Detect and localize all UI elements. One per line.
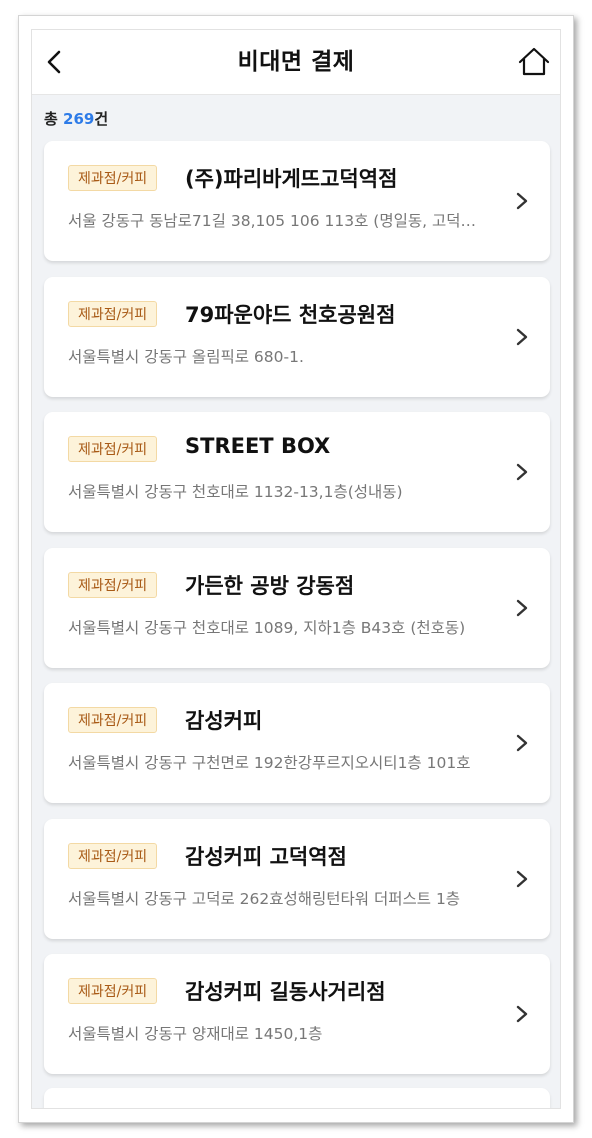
- store-card[interactable]: 제과점/커피 79파운야드 천호공원점 서울특별시 강동구 올림픽로 680-1…: [44, 276, 550, 397]
- store-address: 서울특별시 강동구 양재대로 1450,1층: [68, 1025, 323, 1043]
- store-card[interactable]: 제과점/커피 감성커피 고덕역점 서울특별시 강동구 고덕로 262효성해링턴타…: [44, 818, 550, 939]
- store-address: 서울 강동구 동남로71길 38,105 106 113호 (명일동, 고덕역.…: [68, 212, 488, 230]
- count-prefix: 총: [44, 110, 64, 128]
- store-card[interactable]: 제과점/커피 STREET BOX 서울특별시 강동구 천호대로 1132-13…: [44, 412, 550, 532]
- category-badge: 제과점/커피: [68, 165, 158, 191]
- store-card[interactable]: 제과점/커피 감성커피 길동사거리점 서울특별시 강동구 양재대로 1450,1…: [44, 954, 550, 1074]
- store-address: 서울특별시 강동구 올림픽로 680-1.: [68, 347, 304, 366]
- app-screen: 비대면 결제 총 269건 제과점/커피 (주)파리바게뜨고덕역점 서울 강동구…: [31, 29, 561, 1109]
- store-address: 서울특별시 강동구 구천면로 192한강푸르지오시티1층 101호: [68, 754, 471, 772]
- home-icon: [518, 47, 550, 76]
- category-badge: 제과점/커피: [68, 707, 158, 733]
- category-badge: 제과점/커피: [68, 571, 158, 598]
- chevron-right-icon: [516, 192, 528, 210]
- page-title: 비대면 결제: [237, 49, 355, 75]
- store-name: (주)파리바게뜨고덕역점: [185, 167, 398, 191]
- category-badge: 제과점/커피: [68, 436, 158, 462]
- count-number: 269: [63, 110, 95, 128]
- chevron-right-icon: [516, 463, 528, 481]
- top-header: 비대면 결제: [32, 30, 560, 95]
- chevron-right-icon: [516, 328, 528, 345]
- store-address: 서울특별시 강동구 천호대로 1132-13,1층(성내동): [68, 483, 403, 501]
- category-badge: 제과점/커피: [68, 300, 158, 327]
- store-name: STREET BOX: [185, 434, 331, 458]
- category-badge: 제과점/커피: [68, 978, 158, 1004]
- phone-frame: 비대면 결제 총 269건 제과점/커피 (주)파리바게뜨고덕역점 서울 강동구…: [18, 15, 574, 1123]
- store-address: 서울특별시 강동구 천호대로 1089, 지하1층 B43호 (천호동): [68, 618, 466, 637]
- store-name: 감성커피 고덕역점: [185, 844, 347, 869]
- home-button[interactable]: [512, 40, 556, 84]
- store-card[interactable]: 제과점/커피 가든한 공방 강동점 서울특별시 강동구 천호대로 1089, 지…: [44, 547, 550, 668]
- category-badge: 제과점/커피: [68, 842, 158, 869]
- store-card-partial[interactable]: [44, 1088, 550, 1108]
- chevron-right-icon: [516, 734, 528, 752]
- store-address: 서울특별시 강동구 고덕로 262효성해링턴타워 더퍼스트 1층: [68, 889, 461, 908]
- store-name: 79파운야드 천호공원점: [185, 302, 396, 327]
- chevron-right-icon: [516, 870, 528, 887]
- store-name: 감성커피 길동사거리점: [185, 980, 386, 1004]
- count-suffix: 건: [94, 110, 109, 128]
- store-card[interactable]: 제과점/커피 (주)파리바게뜨고덕역점 서울 강동구 동남로71길 38,105…: [44, 141, 550, 261]
- store-name: 감성커피: [185, 709, 263, 733]
- chevron-right-icon: [516, 1005, 528, 1023]
- result-count: 총 269건: [44, 108, 108, 129]
- store-name: 가든한 공방 강동점: [185, 573, 355, 598]
- store-card[interactable]: 제과점/커피 감성커피 서울특별시 강동구 구천면로 192한강푸르지오시티1층…: [44, 683, 550, 803]
- chevron-right-icon: [516, 599, 528, 616]
- store-list: 제과점/커피 (주)파리바게뜨고덕역점 서울 강동구 동남로71길 38,105…: [44, 141, 550, 1090]
